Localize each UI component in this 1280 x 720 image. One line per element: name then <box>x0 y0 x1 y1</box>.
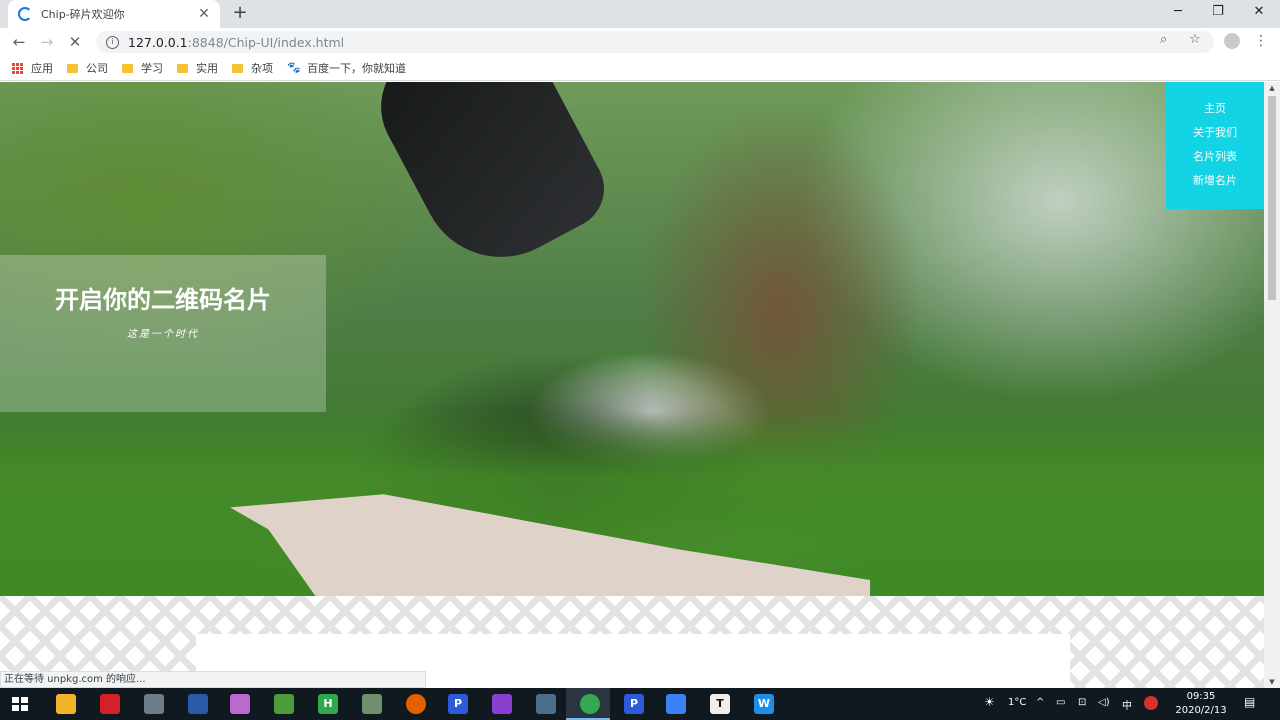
bookmark-folder-misc[interactable]: 杂项 <box>232 60 273 76</box>
youdao-icon[interactable] <box>100 694 120 714</box>
folder-icon <box>232 63 243 73</box>
battery-icon[interactable]: ▭ <box>1056 697 1065 708</box>
scroll-up-icon[interactable]: ▲ <box>1264 82 1280 94</box>
forward-button[interactable]: → <box>36 32 58 52</box>
zoom-icon[interactable]: ⌕ <box>1160 32 1167 47</box>
app-p2-icon[interactable]: P <box>624 694 644 714</box>
baidu-paw-icon: 🐾 <box>287 61 301 74</box>
hero-title-panel: 开启你的二维码名片 这是一个时代 <box>0 255 326 412</box>
bookmark-baidu[interactable]: 🐾 百度一下，你就知道 <box>287 60 406 76</box>
windows-start-icon[interactable] <box>12 697 28 711</box>
volume-icon[interactable]: ◁) <box>1098 697 1110 708</box>
scrollbar-thumb[interactable] <box>1268 96 1276 300</box>
app-p-icon[interactable]: P <box>448 694 468 714</box>
browser-tab[interactable]: Chip-碎片欢迎你 ✕ <box>8 0 220 28</box>
bookmark-folder-study[interactable]: 学习 <box>122 60 163 76</box>
app-3-icon[interactable] <box>144 694 164 714</box>
bookmark-apps[interactable]: 应用 <box>12 60 53 76</box>
tab-strip: Chip-碎片欢迎你 ✕ + ─ ❐ ✕ <box>0 0 1280 28</box>
bookmark-star-icon[interactable]: ☆ <box>1189 32 1201 47</box>
page-viewport: 开启你的二维码名片 这是一个时代 主页 关于我们 名片列表 新增名片 <box>0 82 1264 688</box>
nav-home[interactable]: 主页 <box>1166 99 1264 123</box>
weather-sun-icon[interactable]: ☀ <box>984 695 995 709</box>
stop-loading-button[interactable]: ✕ <box>64 32 86 52</box>
sogou-input-icon[interactable] <box>1144 696 1158 710</box>
back-button[interactable]: ← <box>8 32 30 52</box>
tab-title: Chip-碎片欢迎你 <box>41 8 125 21</box>
maximize-button[interactable]: ❐ <box>1198 0 1238 26</box>
app-6-icon[interactable] <box>274 694 294 714</box>
apps-grid-icon <box>12 62 23 74</box>
hero-subtitle: 这是一个时代 <box>127 329 199 340</box>
profile-avatar[interactable] <box>1224 33 1240 49</box>
address-bar[interactable]: i 127.0.0.1:8848/Chip-UI/index.html ⌕ ☆ <box>96 31 1214 53</box>
network-icon[interactable]: ⊡ <box>1078 697 1086 708</box>
ime-indicator[interactable]: 中 <box>1122 697 1132 712</box>
file-explorer-icon[interactable] <box>56 694 76 714</box>
app-w-icon[interactable]: W <box>754 694 774 714</box>
hero-figure <box>360 82 619 286</box>
bookmark-label: 公司 <box>86 62 108 75</box>
folder-icon <box>122 63 133 73</box>
site-info-icon[interactable]: i <box>106 35 119 49</box>
folder-icon <box>177 63 188 73</box>
page-scrollbar[interactable]: ▲ ▼ <box>1264 82 1280 688</box>
clock-time: 09:35 <box>1186 691 1216 702</box>
url-host: 127.0.0.1 <box>128 34 188 50</box>
firefox-icon[interactable] <box>406 694 426 714</box>
loading-status-bubble: 正在等待 unpkg.com 的响应... <box>0 671 426 688</box>
bookmark-label: 杂项 <box>251 62 273 75</box>
app-8-icon[interactable] <box>362 694 382 714</box>
chrome-icon[interactable] <box>580 694 600 714</box>
bookmark-label: 学习 <box>141 62 163 75</box>
bookmark-label: 实用 <box>196 62 218 75</box>
nav-new-card[interactable]: 新增名片 <box>1166 171 1264 195</box>
clock-date: 2020/2/13 <box>1175 705 1227 716</box>
windows-taskbar: H P P T W ☀ 1°C ^ ▭ ⊡ ◁) 中 09:35 2020/2/… <box>0 688 1280 720</box>
typora-icon[interactable]: T <box>710 694 730 714</box>
new-tab-button[interactable]: + <box>230 3 250 23</box>
bookmark-folder-company[interactable]: 公司 <box>67 60 108 76</box>
app-12-icon[interactable] <box>536 694 556 714</box>
app-15-icon[interactable] <box>666 694 686 714</box>
close-window-button[interactable]: ✕ <box>1239 0 1279 26</box>
site-nav-panel: 主页 关于我们 名片列表 新增名片 <box>1166 82 1264 209</box>
folder-icon <box>67 63 78 73</box>
nav-about[interactable]: 关于我们 <box>1166 123 1264 147</box>
taskbar-clock[interactable]: 09:35 2020/2/13 <box>1172 690 1230 718</box>
notification-icon[interactable]: ▤ <box>1244 695 1255 709</box>
nav-card-list[interactable]: 名片列表 <box>1166 147 1264 171</box>
bookmarks-bar: 应用 公司 学习 实用 杂项 🐾 百度一下，你就知道 <box>0 56 1280 81</box>
tray-expand-icon[interactable]: ^ <box>1036 697 1044 708</box>
loading-spinner-icon <box>18 7 32 21</box>
url-path: :8848/Chip-UI/index.html <box>187 34 345 50</box>
browser-menu-icon[interactable]: ⋮ <box>1254 33 1268 49</box>
temperature-label: 1°C <box>1008 697 1027 708</box>
bookmark-folder-practical[interactable]: 实用 <box>177 60 218 76</box>
bookmark-label: 应用 <box>31 62 53 75</box>
bookmark-label: 百度一下，你就知道 <box>307 62 406 75</box>
scroll-down-icon[interactable]: ▼ <box>1264 676 1280 688</box>
intellij-icon[interactable] <box>492 694 512 714</box>
tab-close-icon[interactable]: ✕ <box>196 6 212 22</box>
minimize-button[interactable]: ─ <box>1158 0 1198 26</box>
app-5-icon[interactable] <box>230 694 250 714</box>
hero-title: 开启你的二维码名片 <box>55 286 271 314</box>
hbuilder-icon[interactable]: H <box>318 694 338 714</box>
app-4-icon[interactable] <box>188 694 208 714</box>
browser-toolbar: ← → ✕ i 127.0.0.1:8848/Chip-UI/index.htm… <box>0 28 1280 56</box>
